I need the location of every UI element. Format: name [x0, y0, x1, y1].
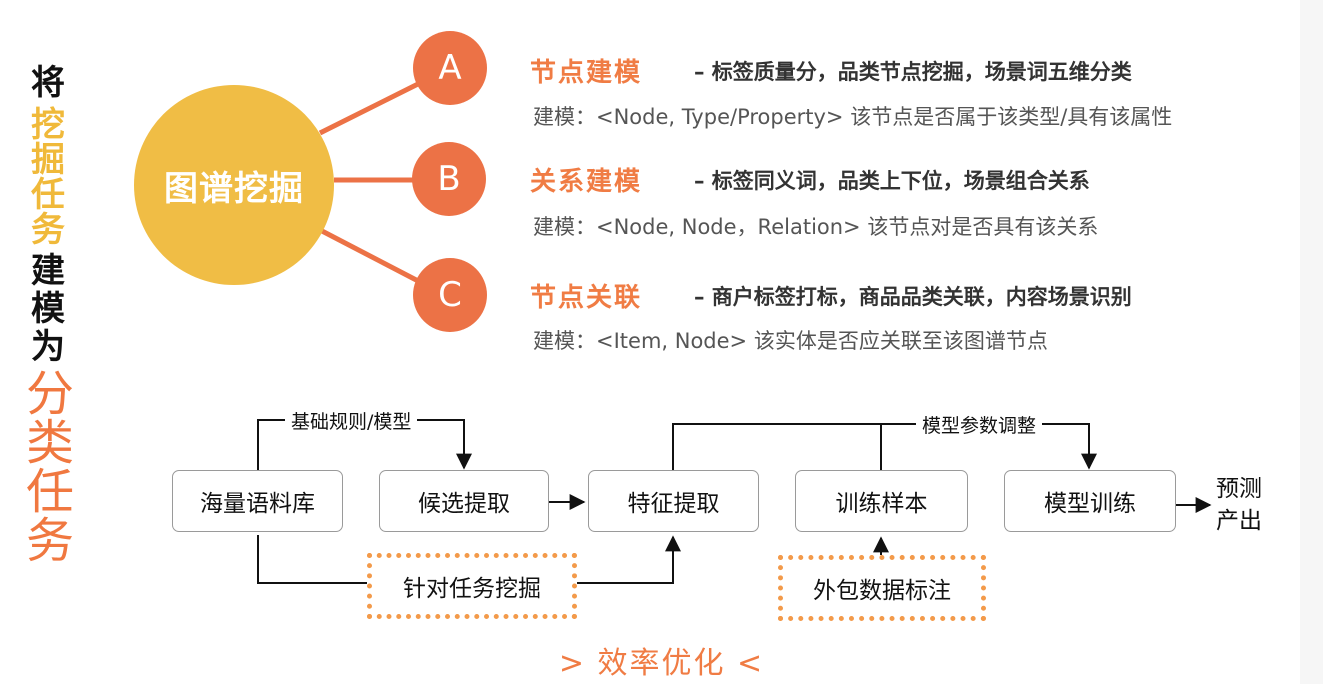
badge-a: A — [413, 31, 487, 105]
branch-a-model: 建模：<Node, Type/Property> 该节点是否属于该类型/具有该属… — [533, 105, 1173, 129]
spoke-c-line — [320, 228, 424, 286]
task-mining-box: 针对任务挖掘 — [367, 553, 577, 619]
tuning-label: 模型参数调整 — [916, 411, 1043, 438]
branch-a-desc: – 标签质量分，品类节点挖掘，场景词五维分类 — [694, 60, 1132, 84]
output-text: 预测产出 — [1216, 476, 1262, 534]
spoke-a-line — [318, 79, 424, 136]
branch-a-title: 节点建模 — [530, 58, 643, 88]
badge-b: B — [412, 142, 486, 216]
outsourced-label-box: 外包数据标注 — [778, 555, 986, 621]
corpus-box: 海量语料库 — [172, 470, 343, 532]
efficiency-footer: > 效率优化 < — [558, 646, 765, 681]
branch-c-title: 节点关联 — [530, 283, 643, 313]
training-box: 模型训练 — [1004, 470, 1176, 532]
hub-circle: 图谱挖掘 — [134, 85, 334, 285]
badge-c: C — [413, 258, 487, 332]
branch-b-desc: – 标签同义词，品类上下位，场景组合关系 — [694, 169, 1090, 193]
rules-label: 基础规则/模型 — [285, 407, 418, 434]
feature-box: 特征提取 — [588, 470, 759, 532]
branch-b-model: 建模：<Node, Node，Relation> 该节点对是否具有该关系 — [533, 215, 1099, 239]
branch-c-desc: – 商户标签打标，商品品类关联，内容场景识别 — [694, 285, 1132, 309]
output-label: 预测产出 — [1216, 473, 1280, 537]
candidate-box: 候选提取 — [379, 470, 549, 532]
branch-c-model: 建模：<Item, Node> 该实体是否应关联至该图谱节点 — [533, 329, 1048, 353]
branch-b-title: 关系建模 — [530, 167, 643, 197]
samples-box: 训练样本 — [795, 470, 968, 532]
hub-label: 图谱挖掘 — [164, 168, 304, 209]
